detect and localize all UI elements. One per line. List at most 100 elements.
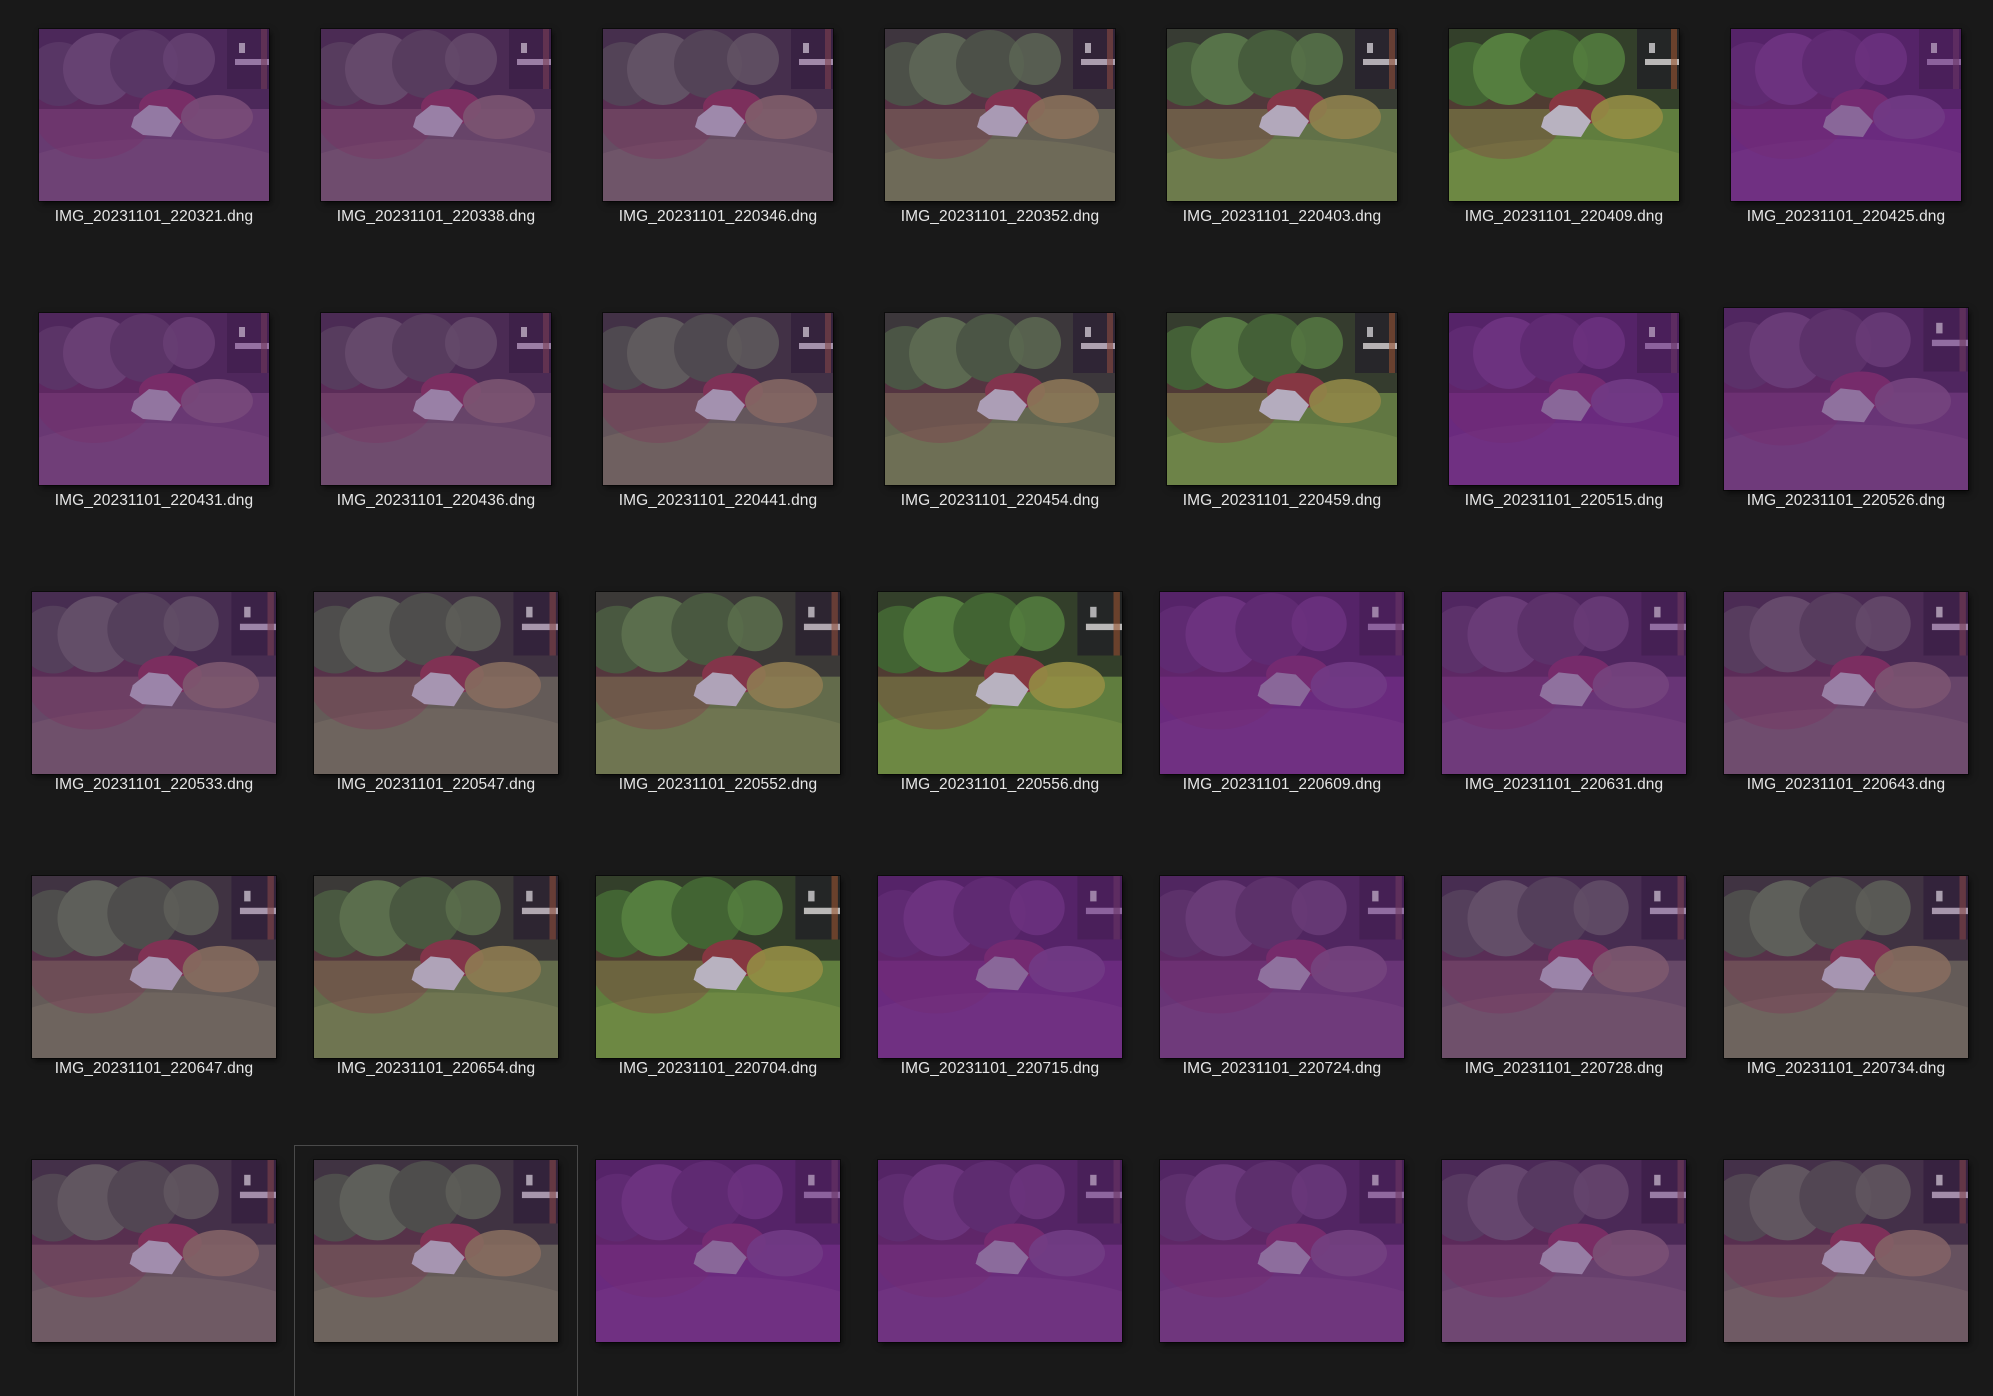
- thumbnail-frame: [295, 578, 577, 788]
- file-item[interactable]: IMG_20231101_220552.dng: [577, 578, 859, 828]
- file-item[interactable]: [1423, 1146, 1705, 1396]
- file-name-label: IMG_20231101_220609.dng: [1182, 776, 1382, 793]
- file-item[interactable]: IMG_20231101_220454.dng: [859, 294, 1141, 544]
- file-item[interactable]: IMG_20231101_220526.dng: [1705, 294, 1987, 544]
- thumbnail-frame: [295, 1146, 577, 1356]
- image-thumbnail[interactable]: [885, 313, 1115, 485]
- image-thumbnail[interactable]: [321, 313, 551, 485]
- thumbnail-frame: [577, 294, 859, 504]
- image-thumbnail[interactable]: [878, 1160, 1122, 1342]
- thumbnail-frame: [1141, 578, 1423, 788]
- file-item[interactable]: IMG_20231101_220403.dng: [1141, 10, 1423, 260]
- file-item[interactable]: IMG_20231101_220547.dng: [295, 578, 577, 828]
- thumbnail-frame: [1705, 294, 1987, 504]
- file-item[interactable]: IMG_20231101_220321.dng: [13, 10, 295, 260]
- thumbnail-frame: [1141, 1146, 1423, 1356]
- image-thumbnail[interactable]: [39, 29, 269, 201]
- file-name-label: IMG_20231101_220715.dng: [900, 1060, 1100, 1077]
- image-thumbnail[interactable]: [1449, 29, 1679, 201]
- file-item[interactable]: [294, 1145, 578, 1396]
- file-item[interactable]: IMG_20231101_220556.dng: [859, 578, 1141, 828]
- file-item[interactable]: IMG_20231101_220441.dng: [577, 294, 859, 544]
- image-thumbnail[interactable]: [1724, 1160, 1968, 1342]
- file-item[interactable]: IMG_20231101_220734.dng: [1705, 862, 1987, 1112]
- file-item[interactable]: IMG_20231101_220338.dng: [295, 10, 577, 260]
- image-thumbnail[interactable]: [1449, 313, 1679, 485]
- image-thumbnail[interactable]: [39, 313, 269, 485]
- file-item[interactable]: IMG_20231101_220459.dng: [1141, 294, 1423, 544]
- image-thumbnail[interactable]: [603, 313, 833, 485]
- image-thumbnail[interactable]: [878, 592, 1122, 774]
- file-name-label: IMG_20231101_220454.dng: [900, 492, 1100, 509]
- thumbnail-frame: [1141, 862, 1423, 1072]
- file-item[interactable]: [13, 1146, 295, 1396]
- file-item[interactable]: IMG_20231101_220346.dng: [577, 10, 859, 260]
- thumbnail-frame: [295, 294, 577, 504]
- image-thumbnail[interactable]: [1160, 592, 1404, 774]
- file-item[interactable]: IMG_20231101_220724.dng: [1141, 862, 1423, 1112]
- thumbnail-frame: [859, 1146, 1141, 1356]
- image-thumbnail[interactable]: [1724, 592, 1968, 774]
- file-name-label: IMG_20231101_220654.dng: [336, 1060, 536, 1077]
- file-item[interactable]: IMG_20231101_220431.dng: [13, 294, 295, 544]
- image-thumbnail[interactable]: [1442, 592, 1686, 774]
- image-thumbnail[interactable]: [1731, 29, 1961, 201]
- image-thumbnail[interactable]: [1167, 29, 1397, 201]
- image-thumbnail[interactable]: [32, 1160, 276, 1342]
- image-thumbnail[interactable]: [1160, 1160, 1404, 1342]
- image-thumbnail[interactable]: [1167, 313, 1397, 485]
- image-thumbnail[interactable]: [1160, 876, 1404, 1058]
- image-thumbnail[interactable]: [1724, 876, 1968, 1058]
- thumbnail-frame: [1141, 10, 1423, 220]
- file-item[interactable]: IMG_20231101_220533.dng: [13, 578, 295, 828]
- image-thumbnail[interactable]: [1724, 308, 1968, 490]
- image-thumbnail[interactable]: [878, 876, 1122, 1058]
- file-item[interactable]: [1705, 1146, 1987, 1396]
- thumbnail-frame: [1705, 10, 1987, 220]
- file-item[interactable]: IMG_20231101_220647.dng: [13, 862, 295, 1112]
- file-item[interactable]: IMG_20231101_220704.dng: [577, 862, 859, 1112]
- file-item[interactable]: IMG_20231101_220728.dng: [1423, 862, 1705, 1112]
- file-item[interactable]: IMG_20231101_220609.dng: [1141, 578, 1423, 828]
- thumbnail-frame: [577, 1146, 859, 1356]
- file-item[interactable]: IMG_20231101_220515.dng: [1423, 294, 1705, 544]
- file-item[interactable]: IMG_20231101_220409.dng: [1423, 10, 1705, 260]
- thumbnail-frame: [859, 578, 1141, 788]
- image-thumbnail[interactable]: [885, 29, 1115, 201]
- file-name-label: IMG_20231101_220346.dng: [618, 208, 818, 225]
- file-item[interactable]: [859, 1146, 1141, 1396]
- thumbnail-frame: [13, 294, 295, 504]
- file-item[interactable]: IMG_20231101_220654.dng: [295, 862, 577, 1112]
- image-thumbnail[interactable]: [32, 876, 276, 1058]
- thumbnail-frame: [1423, 862, 1705, 1072]
- image-thumbnail[interactable]: [314, 1160, 558, 1342]
- file-item[interactable]: IMG_20231101_220352.dng: [859, 10, 1141, 260]
- file-name-label: IMG_20231101_220547.dng: [336, 776, 536, 793]
- thumbnail-frame: [1423, 10, 1705, 220]
- file-name-label: IMG_20231101_220515.dng: [1464, 492, 1664, 509]
- file-name-label: IMG_20231101_220734.dng: [1746, 1060, 1946, 1077]
- image-thumbnail[interactable]: [1442, 1160, 1686, 1342]
- image-thumbnail[interactable]: [321, 29, 551, 201]
- image-thumbnail[interactable]: [314, 876, 558, 1058]
- image-thumbnail[interactable]: [32, 592, 276, 774]
- image-thumbnail[interactable]: [1442, 876, 1686, 1058]
- file-grid: IMG_20231101_220321.dng IMG_20231101_220…: [0, 0, 1993, 1396]
- file-item[interactable]: [1141, 1146, 1423, 1396]
- file-item[interactable]: IMG_20231101_220643.dng: [1705, 578, 1987, 828]
- file-name-label: IMG_20231101_220459.dng: [1182, 492, 1382, 509]
- file-item[interactable]: [577, 1146, 859, 1396]
- thumbnail-frame: [1423, 1146, 1705, 1356]
- file-item[interactable]: IMG_20231101_220631.dng: [1423, 578, 1705, 828]
- image-thumbnail[interactable]: [596, 1160, 840, 1342]
- file-name-label: IMG_20231101_220352.dng: [900, 208, 1100, 225]
- file-item[interactable]: IMG_20231101_220436.dng: [295, 294, 577, 544]
- file-item[interactable]: IMG_20231101_220715.dng: [859, 862, 1141, 1112]
- thumbnail-frame: [13, 862, 295, 1072]
- file-item[interactable]: IMG_20231101_220425.dng: [1705, 10, 1987, 260]
- image-thumbnail[interactable]: [596, 876, 840, 1058]
- image-thumbnail[interactable]: [603, 29, 833, 201]
- file-name-label: IMG_20231101_220643.dng: [1746, 776, 1946, 793]
- image-thumbnail[interactable]: [596, 592, 840, 774]
- image-thumbnail[interactable]: [314, 592, 558, 774]
